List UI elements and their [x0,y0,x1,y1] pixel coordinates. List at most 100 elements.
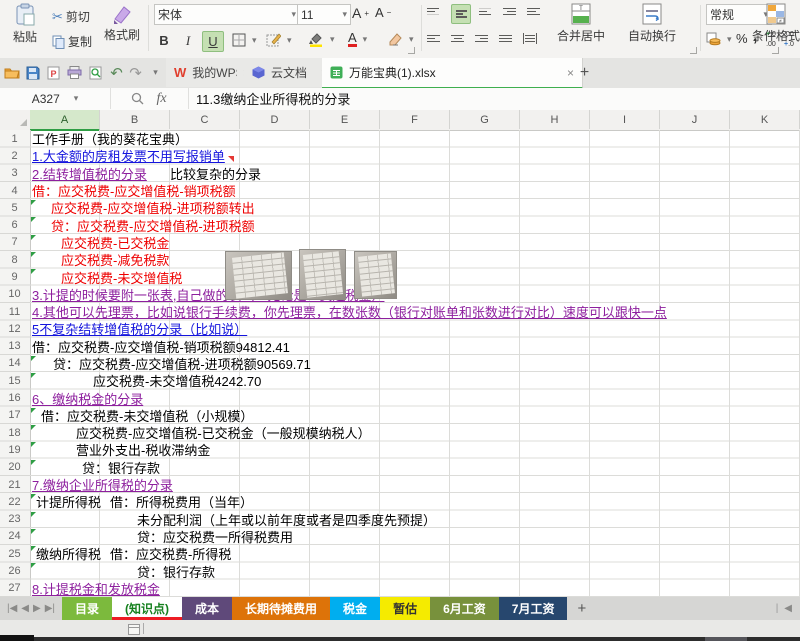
open-file-icon[interactable] [3,64,20,81]
grid-row[interactable]: 4.其他可以先理票，比如说银行手续费，你先理票，在数张数（银行对账单和张数进行对… [30,303,800,320]
underline-button[interactable]: U [202,31,224,52]
row-header-1[interactable]: 1 [0,130,29,147]
grid-row[interactable]: 未分配利润（上年或以前年度或者是四季度先预提） [30,511,800,528]
borders-button[interactable]: ▾ [232,33,257,47]
row-header-12[interactable]: 12 [0,320,29,337]
sheet-tab[interactable]: 税金 [330,597,380,620]
save-icon[interactable] [24,64,41,81]
sheet-tab[interactable]: 目录 [62,597,112,620]
italic-button[interactable]: I [178,31,198,50]
row-header-2[interactable]: 2 [0,147,29,164]
column-header-H[interactable]: H [520,110,590,129]
sheet-tab[interactable]: 长期待摊费用 [232,597,330,620]
row-header-23[interactable]: 23 [0,511,29,528]
grid-row[interactable]: 1.大金额的房租发票不用写报销单 [30,147,800,164]
insert-function-button[interactable]: fx [156,91,166,107]
sheet-nav-buttons[interactable]: |◀ ◀ ▶ ▶| [0,597,62,620]
font-family-select[interactable]: 宋体▾ [154,4,300,25]
receipt-photo[interactable] [354,251,397,299]
sheet-tab[interactable]: 7月工资 [499,597,568,620]
grid-row[interactable]: 5不复杂结转增值税的分录（比如说） [30,320,800,337]
grid-row[interactable]: 应交税费-未交增值税4242.70 [30,372,800,389]
column-header-F[interactable]: F [380,110,450,129]
row-header-11[interactable]: 11 [0,303,29,320]
justify-icon[interactable] [499,33,512,44]
grid-row[interactable]: 贷：应交税费一所得税费用 [30,528,800,545]
grid-row[interactable]: 贷：应交税费-应交增值税-进项税额90569.71 [30,355,800,372]
increase-indent-icon[interactable] [527,6,540,17]
fill-color-button[interactable]: ▾ [308,32,335,47]
font-size-select[interactable]: 11▾ [297,4,351,25]
grid-row[interactable]: 应交税费-减免税款 [30,251,800,268]
first-sheet-icon[interactable]: |◀ [7,603,17,614]
row-header-26[interactable]: 26 [0,562,29,579]
clear-format-button[interactable]: ▾ [388,32,414,46]
shrink-font-button[interactable]: A− [375,5,391,20]
next-sheet-icon[interactable]: ▶ [33,603,41,614]
sheet-tab[interactable]: 暂估 [380,597,430,620]
column-header-I[interactable]: I [590,110,660,129]
sheet-tab[interactable]: (知识点) [112,597,182,620]
print-icon[interactable] [66,64,83,81]
row-header-8[interactable]: 8 [0,251,29,268]
column-header-J[interactable]: J [660,110,730,129]
column-header-E[interactable]: E [310,110,380,129]
grid-row[interactable]: 应交税费-未交增值税 [30,268,800,285]
merge-center-button[interactable]: T 合并居中 [548,3,614,44]
sheet-tab[interactable]: 成本 [182,597,232,620]
column-header-K[interactable]: K [730,110,800,129]
format-painter-button[interactable]: 格式刷 [100,3,144,43]
bold-button[interactable]: B [154,31,174,50]
page-view-icon[interactable] [128,624,140,635]
row-header-6[interactable]: 6 [0,216,29,233]
new-document-tab-button[interactable]: + [576,64,593,81]
document-tab[interactable]: 万能宝典(1).xlsx× [322,58,583,89]
cell-name-box[interactable]: A327 ▾ [0,88,111,109]
spreadsheet-grid[interactable]: ABCDEFGHIJK 1234567891011121314151617181… [0,110,800,597]
paste-button[interactable]: 粘贴 [4,3,46,45]
receipt-photo[interactable] [225,251,292,300]
row-header-4[interactable]: 4 [0,182,29,199]
grid-row[interactable]: 借：应交税费-应交增值税-销项税额94812.41 [30,338,800,355]
row-header-22[interactable]: 22 [0,493,29,510]
close-icon[interactable]: × [567,66,574,80]
row-header-3[interactable]: 3 [0,165,29,182]
grid-row[interactable]: 8.计提税金和发放税金 [30,580,800,597]
cut-button[interactable]: ✂ 剪切 [52,8,90,25]
draw-border-button[interactable]: ▾ [266,33,292,47]
copy-button[interactable]: 复制 [52,33,92,50]
row-header-24[interactable]: 24 [0,528,29,545]
row-header-5[interactable]: 5 [0,199,29,216]
redo-icon[interactable]: ↷ [127,64,144,81]
row-header-18[interactable]: 18 [0,424,29,441]
row-header-25[interactable]: 25 [0,545,29,562]
row-header-10[interactable]: 10 [0,286,29,303]
grid-row[interactable]: 2.结转增值税的分录比较复杂的分录 [30,165,800,182]
column-header-D[interactable]: D [240,110,310,129]
row-header-9[interactable]: 9 [0,268,29,285]
grid-row[interactable]: 计提所得税借：所得税费用（当年） [30,493,800,510]
row-header-7[interactable]: 7 [0,234,29,251]
prev-sheet-icon[interactable]: ◀ [21,603,29,614]
column-header-B[interactable]: B [100,110,170,129]
row-header-13[interactable]: 13 [0,338,29,355]
row-header-15[interactable]: 15 [0,372,29,389]
column-header-A[interactable]: A [30,110,100,131]
row-header-14[interactable]: 14 [0,355,29,372]
align-middle-icon[interactable] [451,4,471,24]
font-color-button[interactable]: A▾ [348,31,367,47]
grid-row[interactable]: 7.缴纳企业所得税的分录 [30,476,800,493]
decrease-indent-icon[interactable] [503,6,516,17]
cells-area[interactable]: 工作手册（我的葵花宝典）1.大金额的房租发票不用写报销单2.结转增值税的分录比较… [30,130,800,597]
row-header-20[interactable]: 20 [0,459,29,476]
align-bottom-icon[interactable] [479,6,491,17]
grid-row[interactable]: 3.计提的时候要附一张表,自己做的表（一无论是工资还税金） [30,286,800,303]
grid-row[interactable]: 应交税费-已交税金 [30,234,800,251]
grid-row[interactable]: 营业外支出-税收滞纳金 [30,441,800,458]
row-header-21[interactable]: 21 [0,476,29,493]
grid-row[interactable]: 贷：银行存款 [30,459,800,476]
tab-scroll-left-icon[interactable]: ◀ [784,603,792,614]
grid-row[interactable]: 借：应交税费-未交增值税（小规模） [30,407,800,424]
quick-access-more-icon[interactable]: ▾ [147,64,164,81]
percent-format-button[interactable]: % [736,31,748,46]
